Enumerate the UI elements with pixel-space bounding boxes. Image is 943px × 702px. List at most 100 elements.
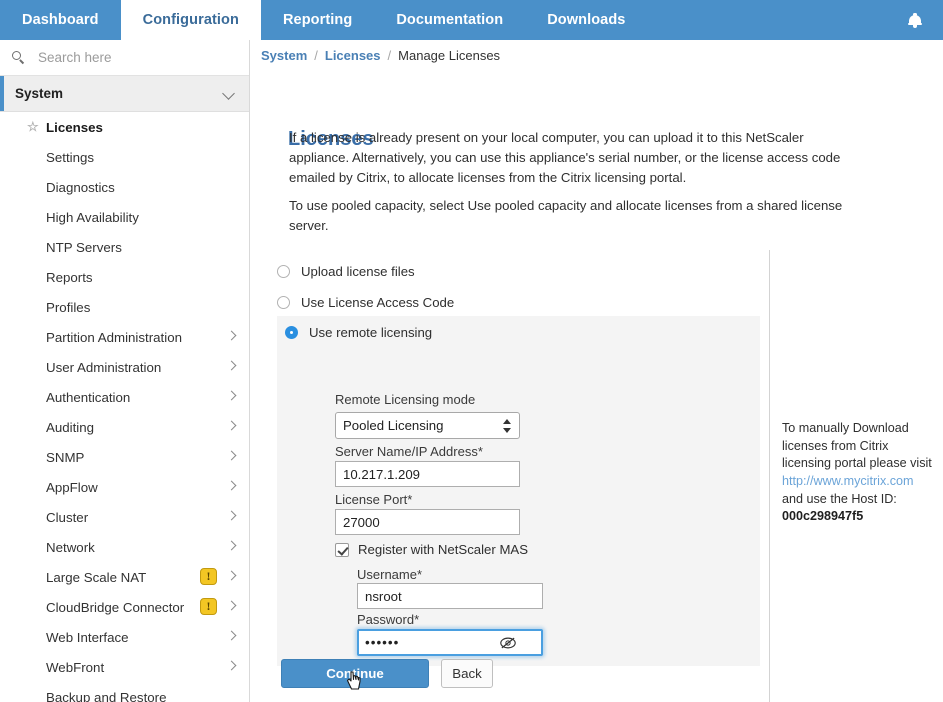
register-with-mas-checkbox-row[interactable]: Register with NetScaler MAS bbox=[335, 542, 528, 557]
chevron-down-icon bbox=[222, 87, 235, 100]
back-button[interactable]: Back bbox=[441, 659, 493, 688]
sidebar-item-licenses[interactable]: ☆ Licenses bbox=[0, 112, 249, 142]
breadcrumb-item-manage-licenses: Manage Licenses bbox=[398, 48, 501, 63]
warning-icon: ! bbox=[200, 568, 217, 585]
intro-paragraph-1: If a license is already present on your … bbox=[289, 130, 841, 186]
chevron-right-icon bbox=[226, 330, 237, 341]
nav-tab-reporting[interactable]: Reporting bbox=[261, 0, 374, 40]
sidebar-item-large-scale-nat[interactable]: Large Scale NAT! bbox=[0, 562, 249, 592]
chevron-right-icon bbox=[226, 360, 237, 371]
sidebar-item-ntp-servers[interactable]: NTP Servers bbox=[0, 232, 249, 262]
sidebar-item-label: Web Interface bbox=[46, 629, 129, 645]
sidebar: System ☆ Licenses Settings Diagnostics High … bbox=[0, 40, 250, 702]
main-content: System / Licenses / Manage Licenses Lice… bbox=[251, 40, 943, 702]
radio-label: Upload license files bbox=[301, 264, 415, 279]
sidebar-item-high-availability[interactable]: High Availability bbox=[0, 202, 249, 232]
bell-icon bbox=[908, 12, 922, 28]
license-port-label: License Port* bbox=[335, 492, 413, 507]
sidebar-item-network[interactable]: Network bbox=[0, 532, 249, 562]
radio-option-use-remote-licensing[interactable]: Use remote licensing bbox=[285, 325, 432, 340]
sidebar-item-user-administration[interactable]: User Administration bbox=[0, 352, 249, 382]
server-name-label: Server Name/IP Address* bbox=[335, 444, 483, 459]
sidebar-item-label: SNMP bbox=[46, 449, 85, 465]
remote-licensing-mode-label: Remote Licensing mode bbox=[335, 392, 476, 407]
sidebar-search-row bbox=[0, 40, 249, 76]
chevron-right-icon bbox=[226, 570, 237, 581]
chevron-right-icon bbox=[226, 420, 237, 431]
chevron-right-icon bbox=[226, 630, 237, 641]
notifications-button[interactable] bbox=[887, 0, 943, 40]
sidebar-item-diagnostics[interactable]: Diagnostics bbox=[0, 172, 249, 202]
chevron-right-icon bbox=[226, 660, 237, 671]
chevron-right-icon bbox=[226, 540, 237, 551]
continue-button[interactable]: Continue bbox=[281, 659, 429, 688]
manual-download-info: To manually Download licenses from Citri… bbox=[782, 420, 934, 526]
breadcrumb-separator: / bbox=[387, 48, 392, 63]
search-input[interactable] bbox=[36, 49, 226, 66]
sidebar-item-webfront[interactable]: WebFront bbox=[0, 652, 249, 682]
eye-slash-icon[interactable] bbox=[499, 635, 517, 651]
breadcrumb-item-system[interactable]: System bbox=[261, 48, 307, 63]
sidebar-item-web-interface[interactable]: Web Interface bbox=[0, 622, 249, 652]
sidebar-item-backup-and-restore[interactable]: Backup and Restore bbox=[0, 682, 249, 702]
sidebar-item-list: ☆ Licenses Settings Diagnostics High Availab… bbox=[0, 112, 249, 702]
password-input[interactable] bbox=[359, 634, 479, 651]
server-name-input[interactable] bbox=[335, 461, 520, 487]
sidebar-item-label: Profiles bbox=[46, 299, 91, 315]
radio-label: Use remote licensing bbox=[309, 325, 433, 340]
intro-paragraph-2: To use pooled capacity, select Use poole… bbox=[289, 198, 843, 234]
nav-tab-dashboard[interactable]: Dashboard bbox=[0, 0, 121, 40]
sidebar-item-partition-administration[interactable]: Partition Administration bbox=[0, 322, 249, 352]
checkbox-icon-checked bbox=[335, 542, 349, 557]
radio-icon bbox=[277, 265, 290, 278]
radio-option-upload-license-files[interactable]: Upload license files bbox=[277, 264, 415, 279]
sidebar-item-label: Partition Administration bbox=[46, 329, 182, 345]
sidebar-item-label: Network bbox=[46, 539, 95, 555]
sidebar-item-label: Settings bbox=[46, 149, 95, 165]
sidebar-item-label: Reports bbox=[46, 269, 93, 285]
sidebar-item-label: Cluster bbox=[46, 509, 89, 525]
remote-licensing-panel: Use remote licensing Remote Licensing mo… bbox=[277, 316, 760, 666]
sidebar-item-authentication[interactable]: Authentication bbox=[0, 382, 249, 412]
license-port-input[interactable] bbox=[335, 509, 520, 535]
sidebar-item-label: Licenses bbox=[46, 119, 103, 135]
sidebar-item-snmp[interactable]: SNMP bbox=[0, 442, 249, 472]
vertical-divider bbox=[769, 250, 770, 702]
chevron-right-icon bbox=[226, 450, 237, 461]
radio-icon-selected bbox=[285, 326, 298, 339]
password-field-wrapper bbox=[357, 629, 543, 656]
chevron-right-icon bbox=[226, 510, 237, 521]
sidebar-item-label: Backup and Restore bbox=[46, 689, 167, 702]
nav-tab-documentation[interactable]: Documentation bbox=[374, 0, 525, 40]
sidebar-item-label: High Availability bbox=[46, 209, 139, 225]
sidebar-group-label: System bbox=[15, 86, 64, 101]
sidebar-item-label: NTP Servers bbox=[46, 239, 122, 255]
sidebar-item-cloudbridge-connector[interactable]: CloudBridge Connector! bbox=[0, 592, 249, 622]
sidebar-group-system[interactable]: System bbox=[0, 76, 249, 112]
star-icon[interactable]: ☆ bbox=[27, 120, 40, 133]
sidebar-item-profiles[interactable]: Profiles bbox=[0, 292, 249, 322]
radio-option-use-license-access-code[interactable]: Use License Access Code bbox=[277, 295, 454, 310]
username-input[interactable] bbox=[357, 583, 543, 609]
sidebar-item-reports[interactable]: Reports bbox=[0, 262, 249, 292]
breadcrumb: System / Licenses / Manage Licenses bbox=[261, 48, 500, 63]
sidebar-item-appflow[interactable]: AppFlow bbox=[0, 472, 249, 502]
chevron-right-icon bbox=[226, 600, 237, 611]
mycitrix-link[interactable]: http://www.mycitrix.com bbox=[782, 474, 914, 488]
sidebar-item-cluster[interactable]: Cluster bbox=[0, 502, 249, 532]
sidebar-item-label: Diagnostics bbox=[46, 179, 115, 195]
sidebar-item-label: User Administration bbox=[46, 359, 162, 375]
remote-licensing-mode-select[interactable]: Pooled Licensing bbox=[335, 412, 520, 439]
nav-tab-configuration[interactable]: Configuration bbox=[120, 0, 261, 40]
breadcrumb-item-licenses[interactable]: Licenses bbox=[325, 48, 381, 63]
search-icon bbox=[12, 51, 25, 64]
nav-tab-downloads[interactable]: Downloads bbox=[525, 0, 647, 40]
sidebar-item-settings[interactable]: Settings bbox=[0, 142, 249, 172]
sidebar-item-auditing[interactable]: Auditing bbox=[0, 412, 249, 442]
chevron-right-icon bbox=[226, 390, 237, 401]
checkbox-label: Register with NetScaler MAS bbox=[358, 542, 529, 557]
sidebar-item-label: AppFlow bbox=[46, 479, 98, 495]
info-line-2: and use the Host ID: bbox=[782, 491, 897, 506]
username-label: Username* bbox=[357, 567, 423, 582]
